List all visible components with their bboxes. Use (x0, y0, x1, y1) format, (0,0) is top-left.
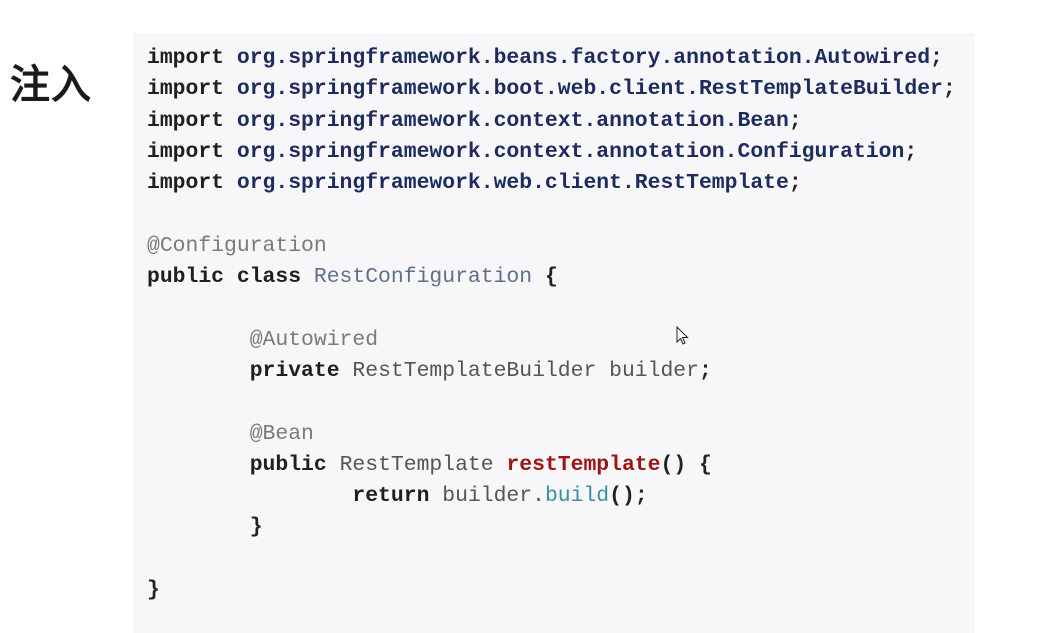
code-token: org.springframework.context.annotation.B… (236, 108, 789, 133)
code-token: ; (930, 46, 943, 70)
slide-title: 注入 (10, 62, 92, 108)
code-lines: import org.springframework.beans.factory… (147, 43, 956, 606)
code-line: @Configuration (147, 231, 956, 262)
code-token: public class (147, 265, 314, 290)
code-token: import (147, 108, 237, 133)
code-token: RestConfiguration (313, 265, 533, 290)
code-token: private (147, 358, 353, 383)
code-token: @Configuration (147, 233, 327, 258)
code-token: (); (609, 484, 648, 509)
mouse-pointer-icon (676, 325, 690, 351)
code-token: ; (942, 77, 956, 102)
code-token: () { (660, 452, 712, 477)
code-token: import (147, 171, 237, 196)
code-token: { (532, 265, 558, 290)
code-token: org.springframework.boot.web.client.Rest… (236, 77, 943, 102)
code-token: } (147, 515, 263, 540)
code-token: ; (788, 108, 802, 133)
code-token: build (544, 484, 610, 509)
code-block: import org.springframework.beans.factory… (133, 33, 975, 633)
code-line: import org.springframework.boot.web.clie… (147, 74, 956, 105)
code-token: ; (904, 139, 918, 164)
code-token: import (147, 139, 237, 164)
code-token: builder. (442, 484, 545, 509)
code-line: @Autowired (147, 325, 956, 356)
code-token: import (147, 46, 237, 70)
code-token: } (147, 578, 160, 603)
code-token: return (147, 484, 443, 509)
code-line: @Bean (147, 419, 956, 450)
code-token: ; (788, 171, 802, 196)
code-token: import (147, 77, 237, 102)
code-line: } (147, 575, 956, 606)
code-token: org.springframework.beans.factory.annota… (236, 46, 931, 70)
code-line: import org.springframework.beans.factory… (147, 43, 956, 74)
code-token: RestTemplate (339, 452, 507, 477)
code-token: ; (698, 358, 712, 383)
code-line: private RestTemplateBuilder builder; (147, 356, 956, 387)
code-token: org.springframework.web.client.RestTempl… (236, 171, 789, 196)
code-token: public (147, 452, 340, 477)
code-token: @Autowired (147, 327, 379, 352)
code-token: @Bean (147, 421, 314, 446)
code-token: org.springframework.context.annotation.C… (236, 139, 905, 164)
code-line: import org.springframework.web.client.Re… (147, 168, 956, 199)
code-line: public RestTemplate restTemplate() { (147, 450, 956, 481)
code-line: } (147, 512, 956, 543)
code-line: import org.springframework.context.annot… (147, 106, 956, 137)
code-line: return builder.build(); (147, 481, 956, 512)
code-token: restTemplate (506, 452, 661, 477)
code-line: public class RestConfiguration { (147, 262, 956, 293)
code-token: RestTemplateBuilder builder (352, 358, 699, 383)
code-line: import org.springframework.context.annot… (147, 137, 956, 168)
